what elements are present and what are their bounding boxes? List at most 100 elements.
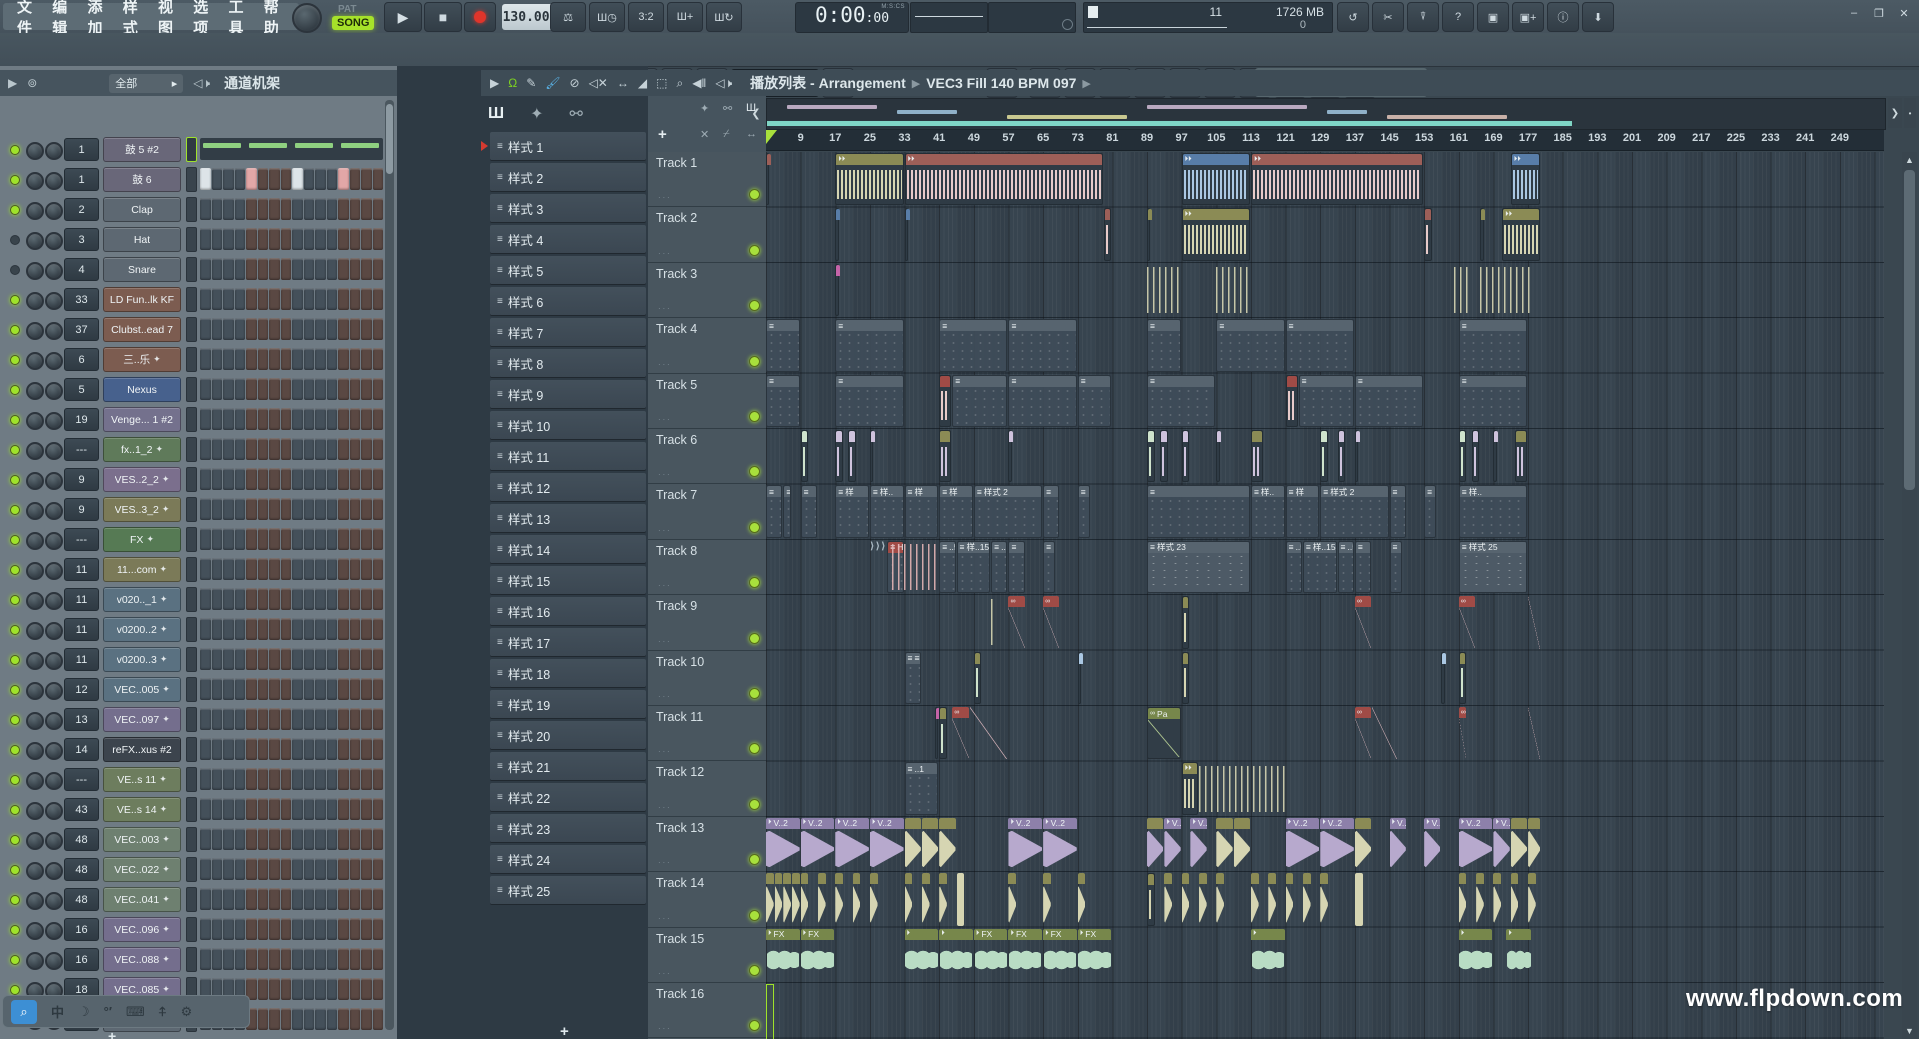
playlist-clip[interactable]: [1320, 873, 1328, 925]
step-button[interactable]: [246, 858, 257, 880]
step-button[interactable]: [258, 348, 269, 370]
playhead-marker[interactable]: [766, 130, 777, 144]
step-button[interactable]: [304, 918, 315, 940]
channel-target-number[interactable]: 14: [64, 738, 99, 761]
pan-knob[interactable]: [26, 922, 44, 940]
step-button[interactable]: [223, 288, 234, 310]
add-track-button[interactable]: +: [658, 126, 667, 143]
step-button[interactable]: [292, 828, 303, 850]
step-button[interactable]: [235, 198, 246, 220]
step-button[interactable]: [223, 228, 234, 250]
playlist-clip[interactable]: [1216, 430, 1219, 482]
step-button[interactable]: [350, 258, 361, 280]
track-header[interactable]: Track 3∙∙∙: [648, 263, 766, 318]
step-button[interactable]: [269, 558, 280, 580]
step-button[interactable]: [200, 918, 211, 940]
channel-button[interactable]: 三..乐✦: [103, 347, 181, 372]
track-header[interactable]: Track 16∙∙∙: [648, 983, 766, 1038]
step-button[interactable]: [269, 1008, 280, 1030]
step-button[interactable]: [361, 618, 372, 640]
step-button[interactable]: [235, 948, 246, 970]
step-button[interactable]: [223, 348, 234, 370]
step-button[interactable]: [327, 918, 338, 940]
step-button[interactable]: [327, 858, 338, 880]
step-button[interactable]: [338, 468, 349, 490]
playlist-clip[interactable]: [1303, 873, 1311, 925]
playlist-clip[interactable]: ≡: [835, 319, 903, 371]
channel-target-number[interactable]: 9: [64, 468, 99, 491]
track-enable-led[interactable]: [749, 245, 760, 256]
channel-target-number[interactable]: 11: [64, 618, 99, 641]
step-button[interactable]: [361, 648, 372, 670]
step-button[interactable]: [373, 498, 384, 520]
playlist-clip[interactable]: ∞: [1355, 596, 1371, 648]
step-button[interactable]: [246, 408, 257, 430]
playlist-clip[interactable]: [835, 873, 843, 925]
step-button[interactable]: [315, 1008, 326, 1030]
step-button[interactable]: [258, 828, 269, 850]
channel-target-number[interactable]: 13: [64, 708, 99, 731]
step-button[interactable]: [361, 738, 372, 760]
step-button[interactable]: [246, 288, 257, 310]
volume-knob[interactable]: [45, 682, 63, 700]
playlist-clip[interactable]: ≡样式 25: [1459, 541, 1527, 593]
channel-button[interactable]: VEC..088✦: [103, 947, 181, 972]
step-button[interactable]: [338, 918, 349, 940]
pan-knob[interactable]: [26, 172, 44, 190]
oscilloscope-panel[interactable]: [910, 2, 988, 33]
step-button[interactable]: [315, 288, 326, 310]
step-button[interactable]: [373, 768, 384, 790]
channel-button[interactable]: VEC..005✦: [103, 677, 181, 702]
channel-button[interactable]: VEC..096✦: [103, 917, 181, 942]
slice-track-icon[interactable]: ⌿: [723, 128, 730, 141]
undo-icon[interactable]: ↺: [1337, 2, 1369, 32]
step-button[interactable]: [361, 1008, 372, 1030]
minimize-button[interactable]: –: [1843, 4, 1865, 22]
volume-knob[interactable]: [45, 382, 63, 400]
playlist-clip[interactable]: ⏵V..2: [1493, 818, 1509, 870]
channel-select-strip[interactable]: [186, 557, 197, 582]
pan-knob[interactable]: [26, 682, 44, 700]
step-button[interactable]: [200, 438, 211, 460]
mute-tool-icon[interactable]: ◁✕: [589, 76, 608, 90]
rack-filter-dropdown[interactable]: 全部▸: [109, 74, 183, 93]
step-button[interactable]: [373, 408, 384, 430]
step-button[interactable]: [200, 498, 211, 520]
step-button[interactable]: [281, 588, 292, 610]
step-button[interactable]: [315, 168, 326, 190]
playlist-clip[interactable]: ⏵V..2: [1390, 818, 1406, 870]
playlist-clip[interactable]: [1493, 873, 1501, 925]
playlist-clip[interactable]: [922, 818, 938, 870]
channel-led[interactable]: [10, 565, 20, 575]
channel-select-strip[interactable]: [186, 737, 197, 762]
playlist-clip[interactable]: ≡样式 2: [1320, 485, 1388, 537]
step-button[interactable]: [350, 168, 361, 190]
track-header[interactable]: Track 10∙∙∙: [648, 651, 766, 706]
playlist-clip[interactable]: ⏵⏵: [1251, 153, 1423, 205]
step-button[interactable]: [373, 948, 384, 970]
step-button[interactable]: [258, 768, 269, 790]
channel-select-strip[interactable]: [186, 137, 197, 162]
pattern-item[interactable]: ≡样式 16: [490, 597, 646, 625]
playlist-clip[interactable]: ⏵V..2: [801, 818, 835, 870]
step-button[interactable]: [350, 198, 361, 220]
step-button[interactable]: [315, 558, 326, 580]
step-button[interactable]: [315, 708, 326, 730]
step-button[interactable]: [269, 438, 280, 460]
step-button[interactable]: [281, 288, 292, 310]
playlist-clip[interactable]: [1216, 264, 1250, 316]
step-button[interactable]: [338, 258, 349, 280]
step-button[interactable]: [327, 288, 338, 310]
step-button[interactable]: [292, 498, 303, 520]
playlist-clip[interactable]: [1268, 873, 1276, 925]
rack-scrollbar[interactable]: [385, 100, 394, 1030]
step-button[interactable]: [327, 498, 338, 520]
channel-button[interactable]: VEC..097✦: [103, 707, 181, 732]
step-button[interactable]: [200, 288, 211, 310]
step-button[interactable]: [235, 858, 246, 880]
step-button[interactable]: [315, 618, 326, 640]
step-button[interactable]: [269, 738, 280, 760]
channel-target-number[interactable]: 19: [64, 408, 99, 431]
channel-button[interactable]: v0200..2✦: [103, 617, 181, 642]
step-button[interactable]: [292, 1008, 303, 1030]
